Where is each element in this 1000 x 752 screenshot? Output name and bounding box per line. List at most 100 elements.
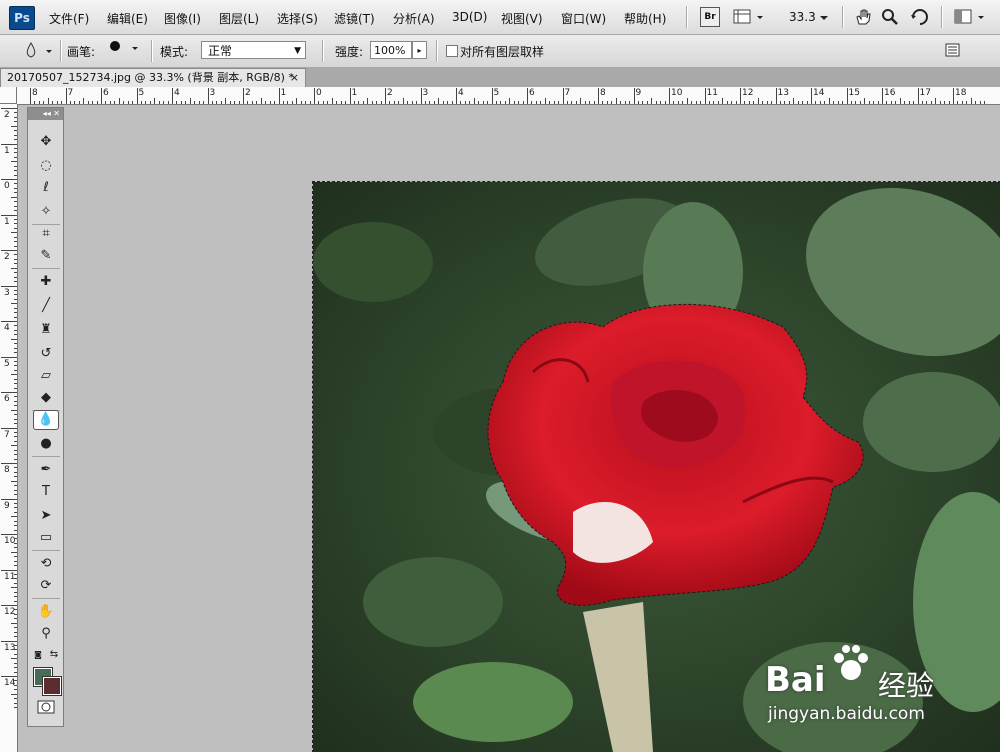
document-canvas[interactable]: Bai 经验 jingyan.baidu.com (312, 181, 1000, 752)
ruler-tick (14, 147, 17, 149)
crop-tool-icon[interactable]: ⌗ (33, 224, 59, 244)
ruler-tick (593, 101, 595, 104)
menu-item[interactable]: 图层(L) (219, 10, 259, 27)
quick-mask-icon[interactable] (33, 700, 59, 720)
menu-item[interactable]: 图像(I) (164, 10, 201, 27)
magic-wand-tool-icon[interactable]: ✧ (33, 202, 59, 222)
ruler-tick (14, 547, 17, 549)
ruler-origin[interactable] (0, 87, 17, 104)
swap-colors-icon[interactable]: ⇆ (46, 648, 62, 662)
strength-slider-button[interactable]: ▸ (412, 41, 427, 59)
menu-item[interactable]: 窗口(W) (561, 10, 606, 27)
ruler-tick (14, 218, 17, 220)
type-tool-icon[interactable]: T (33, 482, 59, 502)
marquee-tool-icon[interactable]: ◌ (33, 156, 59, 176)
ruler-tick (14, 431, 17, 433)
blur-tool-icon[interactable]: 💧 (33, 410, 59, 430)
ruler-tick (238, 101, 240, 104)
ruler-tick (886, 101, 888, 104)
menu-item[interactable]: 视图(V) (501, 10, 543, 27)
ruler-label: 5 (138, 88, 145, 98)
zoom-tool-icon[interactable]: ⚲ (33, 624, 59, 644)
ruler-tick (331, 98, 333, 104)
default-colors-icon[interactable]: ◙ (30, 648, 46, 662)
mode-select[interactable]: 正常 ▼ (201, 41, 306, 59)
dodge-tool-icon[interactable]: ● (33, 434, 59, 454)
sample-all-layers-checkbox[interactable] (446, 45, 458, 57)
strength-field[interactable]: 100% (370, 41, 412, 59)
ruler-tick (11, 267, 17, 269)
options-bar: 画笔: 4 4 2 模式: 正常 ▼ 强度: 100% ▸ 对所有图层取样 (0, 35, 1000, 96)
ruler-tick (14, 352, 17, 354)
3d-orbit-tool-icon[interactable]: ⟳ (33, 576, 59, 596)
menu-item[interactable]: 帮助(H) (624, 10, 666, 27)
zoom-icon[interactable] (880, 7, 900, 27)
zoom-dropdown-icon[interactable] (818, 7, 830, 27)
eyedropper-tool-icon[interactable]: ✎ (33, 246, 59, 266)
menu-item[interactable]: 编辑(E) (107, 10, 148, 27)
ruler-tick (14, 476, 17, 478)
lasso-tool-icon[interactable]: ℓ (33, 178, 59, 198)
bridge-button[interactable]: Br (700, 7, 720, 27)
ruler-tick (664, 101, 666, 104)
vertical-ruler[interactable]: 2 1 0 1 2 3 4 5 6 7 8 9 10 11 12 13 14 (0, 104, 18, 752)
ruler-tick (101, 88, 102, 104)
ruler-tick (14, 680, 17, 682)
hand-tool-icon[interactable]: ✋ (33, 602, 59, 622)
document-tab[interactable]: 20170507_152734.jpg @ 33.3% (背景 副本, RGB/… (0, 68, 306, 87)
ruler-tick (566, 101, 568, 104)
ruler-tick (43, 101, 45, 104)
ruler-tick (1, 640, 17, 642)
menu-item[interactable]: 文件(F) (49, 10, 89, 27)
brush-picker[interactable] (104, 37, 144, 65)
move-tool-icon[interactable]: ✥ (33, 132, 59, 152)
eraser-tool-icon[interactable]: ▱ (33, 366, 59, 386)
rotate-view-icon[interactable] (909, 7, 931, 27)
document-tab-title: 20170507_152734.jpg @ 33.3% (背景 副本, RGB/… (7, 71, 294, 84)
menu-item[interactable]: 分析(A) (393, 10, 435, 27)
hand-icon[interactable] (853, 7, 873, 27)
history-brush-tool-icon[interactable]: ↺ (33, 344, 59, 364)
close-icon[interactable]: × (290, 69, 299, 87)
path-selection-tool-icon[interactable]: ➤ (33, 506, 59, 526)
ruler-label: 9 (4, 500, 10, 511)
menu-item[interactable]: 3D(D) (452, 10, 487, 24)
ruler-tick (735, 101, 737, 104)
ruler-label: 2 (245, 88, 251, 98)
view-extras-button[interactable] (733, 7, 767, 27)
menu-item[interactable]: 滤镜(T) (334, 10, 375, 27)
ruler-tick (14, 205, 17, 207)
ruler-tick (842, 101, 844, 104)
tool-preset-picker[interactable] (22, 41, 58, 61)
pen-tool-icon[interactable]: ✒ (33, 460, 59, 480)
ruler-tick (562, 88, 564, 104)
healing-brush-tool-icon[interactable]: ✚ (33, 272, 59, 292)
menu-item[interactable]: 选择(S) (277, 10, 318, 27)
ruler-tick (14, 170, 17, 172)
ruler-tick (14, 494, 17, 496)
brush-tool-icon[interactable]: ╱ (33, 296, 59, 316)
ruler-tick (544, 98, 546, 104)
ruler-label: 15 (848, 88, 860, 98)
ruler-label: 13 (777, 88, 789, 98)
ruler-tick (935, 98, 937, 104)
ruler-tick (269, 101, 271, 104)
ruler-tick (362, 101, 364, 104)
ruler-tick (14, 538, 17, 540)
ruler-tick (14, 272, 17, 274)
ruler-tick (722, 98, 724, 104)
ruler-tick (495, 101, 497, 104)
clone-stamp-tool-icon[interactable]: ♜ (33, 320, 59, 340)
watermark-brand-suffix: 经验 (878, 669, 935, 702)
ruler-tick (47, 98, 49, 104)
panel-toggle-icon[interactable] (944, 41, 962, 61)
tools-panel-header[interactable]: ◂◂ ✕ (28, 108, 63, 120)
shape-tool-icon[interactable]: ▭ (33, 528, 59, 548)
paint-bucket-tool-icon[interactable]: ◆ (33, 388, 59, 408)
background-color-swatch[interactable] (42, 676, 62, 696)
zoom-level[interactable]: 33.3 (789, 10, 816, 24)
arrange-documents-icon[interactable] (953, 7, 989, 27)
ruler-tick (14, 454, 17, 456)
3d-rotate-tool-icon[interactable]: ⟲ (33, 554, 59, 574)
horizontal-ruler[interactable]: 8 7 6 5 4 3 2 1 0 1 2 3 4 5 6 7 8 9 10 11 12 13 14 15 16 17 18 (17, 87, 1000, 105)
